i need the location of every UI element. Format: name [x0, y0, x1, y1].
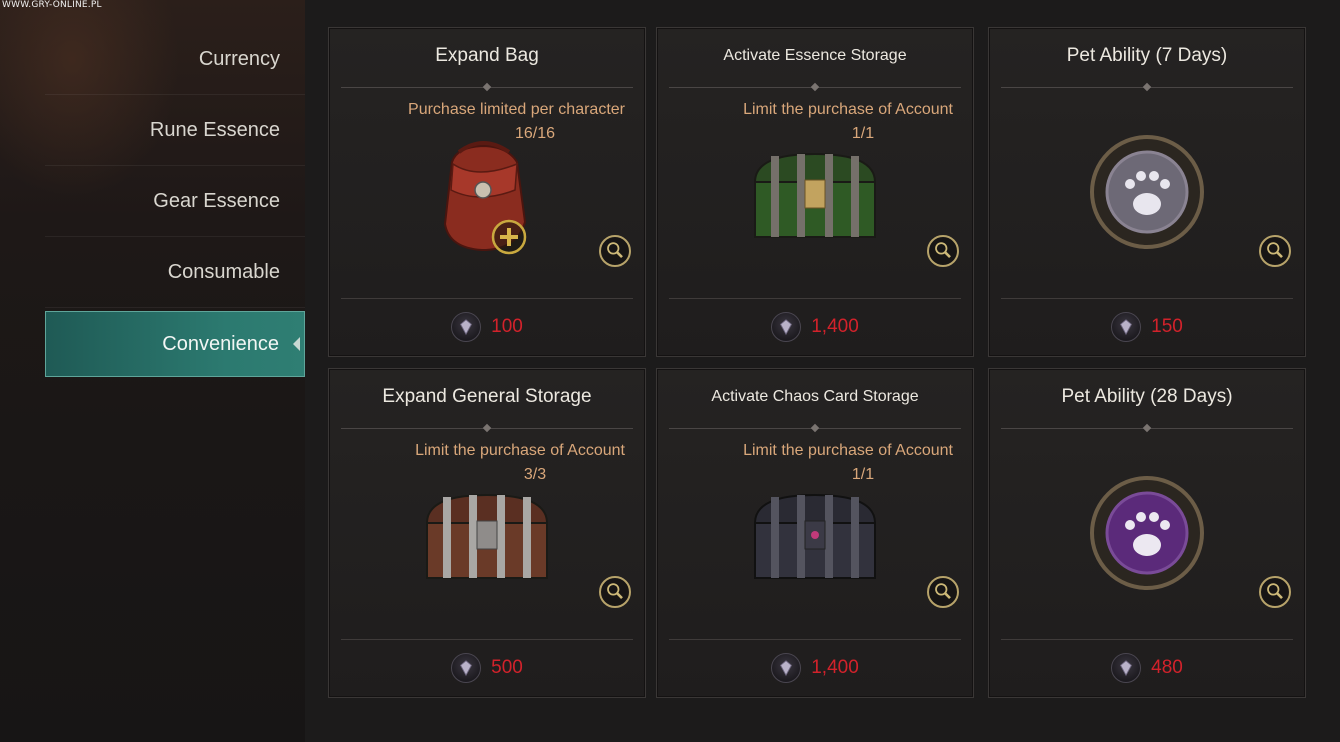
- price-row: 150: [989, 312, 1305, 342]
- sidebar-item-label: Currency: [198, 47, 280, 70]
- inspect-button[interactable]: [1259, 235, 1291, 267]
- shop-item-card[interactable]: Activate Essence Storage Limit the purch…: [656, 27, 974, 357]
- title-divider: [669, 87, 961, 88]
- item-title: Expand General Storage: [382, 386, 592, 407]
- crystal-currency-icon: [771, 312, 802, 342]
- sidebar-item-consumable[interactable]: Consumable: [45, 237, 305, 308]
- paw-medallion-purple-icon: [1077, 473, 1217, 598]
- bag-icon: [417, 132, 557, 257]
- item-title: Pet Ability (28 Days): [1061, 386, 1233, 407]
- green-chest-icon: [745, 132, 885, 257]
- sidebar-item-label: Convenience: [162, 332, 279, 355]
- sidebar-item-convenience[interactable]: Convenience: [45, 311, 305, 377]
- watermark: WWW.GRY-ONLINE.PL: [2, 0, 102, 10]
- sidebar-item-currency[interactable]: Currency: [45, 24, 305, 95]
- paw-medallion-icon: [1077, 132, 1217, 257]
- price-value: 100: [491, 316, 523, 337]
- crystal-currency-icon: [1111, 312, 1142, 342]
- crystal-currency-icon: [1111, 653, 1142, 683]
- inspect-button[interactable]: [599, 235, 631, 267]
- sidebar-item-label: Gear Essence: [153, 189, 280, 212]
- crystal-currency-icon: [451, 312, 482, 342]
- price-value: 500: [491, 657, 523, 678]
- inspect-button[interactable]: [1259, 576, 1291, 608]
- purchase-limit-text: Limit the purchase of Account: [415, 442, 625, 459]
- sidebar-item-label: Consumable: [167, 260, 280, 283]
- price-row: 480: [989, 653, 1305, 683]
- item-title: Pet Ability (7 Days): [1066, 45, 1228, 66]
- title-divider: [1001, 428, 1293, 429]
- shop-item-card[interactable]: Expand Bag Purchase limited per characte…: [328, 27, 646, 357]
- shop-item-card[interactable]: Expand General Storage Limit the purchas…: [328, 368, 646, 698]
- brown-chest-icon: [417, 473, 557, 598]
- category-sidebar: Currency Rune Essence Gear Essence Consu…: [45, 24, 305, 377]
- price-row: 1,400: [657, 653, 973, 683]
- item-title: Expand Bag: [435, 45, 539, 66]
- crystal-currency-icon: [451, 653, 482, 683]
- sidebar-item-label: Rune Essence: [149, 118, 280, 141]
- title-divider: [341, 87, 633, 88]
- purchase-limit-text: Limit the purchase of Account: [743, 442, 953, 459]
- sidebar-item-gear-essence[interactable]: Gear Essence: [45, 166, 305, 237]
- purchase-limit-text: Purchase limited per character: [408, 101, 625, 118]
- price-divider: [669, 639, 961, 640]
- inspect-button[interactable]: [927, 235, 959, 267]
- inspect-button[interactable]: [927, 576, 959, 608]
- shop-item-card[interactable]: Pet Ability (7 Days) 150: [988, 27, 1306, 357]
- price-value: 1,400: [811, 657, 859, 678]
- dark-chest-icon: [745, 473, 885, 598]
- price-row: 100: [329, 312, 645, 342]
- title-divider: [669, 428, 961, 429]
- price-row: 500: [329, 653, 645, 683]
- price-value: 150: [1151, 316, 1183, 337]
- price-divider: [341, 298, 633, 299]
- title-divider: [341, 428, 633, 429]
- price-divider: [341, 639, 633, 640]
- inspect-button[interactable]: [599, 576, 631, 608]
- item-title: Activate Chaos Card Storage: [711, 388, 919, 405]
- price-divider: [1001, 639, 1293, 640]
- price-value: 480: [1151, 657, 1183, 678]
- price-row: 1,400: [657, 312, 973, 342]
- active-indicator-icon: [293, 337, 300, 351]
- sidebar-item-rune-essence[interactable]: Rune Essence: [45, 95, 305, 166]
- shop-item-card[interactable]: Pet Ability (28 Days) 480: [988, 368, 1306, 698]
- price-value: 1,400: [811, 316, 859, 337]
- title-divider: [1001, 87, 1293, 88]
- purchase-limit-text: Limit the purchase of Account: [743, 101, 953, 118]
- crystal-currency-icon: [771, 653, 802, 683]
- price-divider: [1001, 298, 1293, 299]
- price-divider: [669, 298, 961, 299]
- shop-item-card[interactable]: Activate Chaos Card Storage Limit the pu…: [656, 368, 974, 698]
- item-title: Activate Essence Storage: [723, 47, 907, 64]
